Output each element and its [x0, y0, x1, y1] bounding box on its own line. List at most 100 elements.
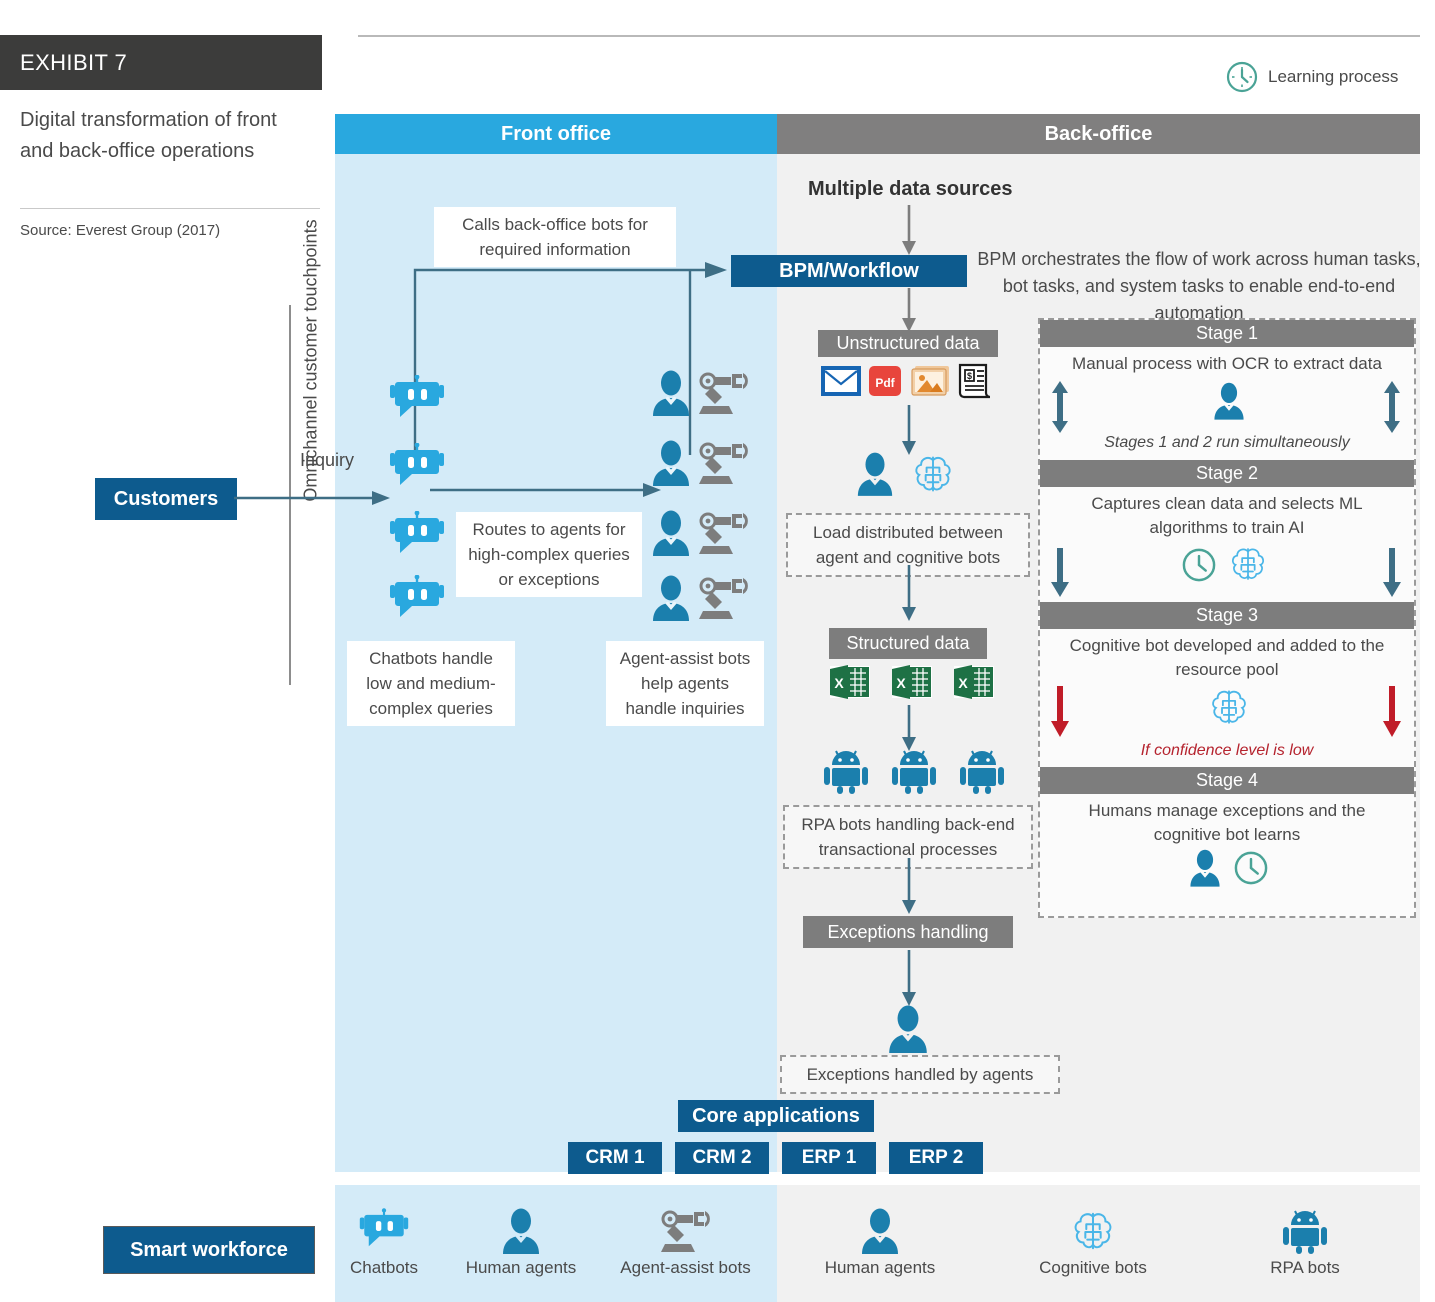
- chatbots-to-agents-arrow: [430, 483, 661, 497]
- structured-data-icons: X X X: [828, 664, 996, 700]
- stage-4-header: Stage 4: [1040, 767, 1414, 794]
- source-note: Source: Everest Group (2017): [20, 222, 221, 239]
- android-icon: [822, 748, 870, 794]
- legend-item-human-agents-back: Human agents: [816, 1208, 944, 1278]
- robot-arm-icon: [699, 440, 749, 486]
- unstructured-data-box: Unstructured data: [818, 330, 998, 357]
- clock-icon: [1180, 546, 1218, 584]
- callout-routes-to-agents: Routes to agents for high-complex querie…: [456, 512, 642, 597]
- svg-text:X: X: [958, 675, 968, 691]
- person-icon: [650, 510, 692, 556]
- customers-to-chatbots-arrow: [234, 491, 390, 505]
- exhibit-number: EXHIBIT 7: [20, 49, 128, 75]
- person-icon: [650, 370, 692, 416]
- structured-to-rpa-arrow: [902, 705, 916, 751]
- clock-icon: [1232, 849, 1270, 887]
- stage-2-body: Captures clean data and selects ML algor…: [1091, 494, 1363, 537]
- stage-1-body: Manual process with OCR to extract data: [1072, 354, 1382, 373]
- robot-arm-icon: [699, 370, 749, 416]
- unstructured-data-icons: Pdf $: [820, 363, 990, 399]
- robot-arm-icon: [699, 510, 749, 556]
- bots-to-bpm-connector: [413, 262, 727, 455]
- top-divider: [358, 35, 1420, 37]
- app-box-erp2[interactable]: ERP 2: [889, 1142, 983, 1174]
- robot-arm-icon: [699, 575, 749, 621]
- app-box-erp1[interactable]: ERP 1: [782, 1142, 876, 1174]
- legend-item-human-agents-front: Human agents: [457, 1208, 585, 1278]
- down-arrow-red-left-icon: [1048, 686, 1072, 738]
- svg-text:Pdf: Pdf: [875, 376, 895, 390]
- page-title: Digital transformation of front and back…: [20, 109, 277, 162]
- svg-text:X: X: [834, 675, 844, 691]
- robot-arm-icon: [659, 1208, 713, 1254]
- legend-item-chatbots: Chatbots: [345, 1208, 423, 1278]
- android-icon: [958, 748, 1006, 794]
- agent-assist-pair: [650, 510, 749, 556]
- load-to-structured-arrow: [902, 565, 916, 621]
- exceptions-to-agent-arrow: [902, 950, 916, 1006]
- excel-icon: X: [952, 664, 996, 700]
- updown-arrow-left-icon: [1048, 380, 1072, 434]
- svg-text:$: $: [967, 371, 972, 381]
- sources-to-bpm-arrow: [902, 205, 916, 255]
- stage-4-body: Humans manage exceptions and the cogniti…: [1088, 801, 1366, 844]
- pdf-icon: Pdf: [868, 364, 902, 398]
- person-icon: [886, 1005, 930, 1053]
- person-icon: [1188, 849, 1222, 887]
- brain-icon: [1070, 1208, 1116, 1254]
- bpm-to-unstructured-arrow: [902, 288, 916, 332]
- updown-arrow-right-icon: [1380, 380, 1404, 434]
- rpa-to-exceptions-arrow: [902, 858, 916, 914]
- android-icon: [1281, 1208, 1329, 1254]
- chatbot-icon: [358, 1208, 410, 1254]
- chatbot-icon: [388, 375, 446, 425]
- legend-label-rpa-bots: RPA bots: [1270, 1258, 1340, 1277]
- brain-icon: [1228, 544, 1268, 584]
- stage-3-header: Stage 3: [1040, 602, 1414, 629]
- app-box-crm1[interactable]: CRM 1: [568, 1142, 662, 1174]
- title-divider: [20, 208, 320, 209]
- agent-assist-pair: [650, 370, 749, 416]
- legend-item-rpa-bots: RPA bots: [1257, 1208, 1353, 1278]
- bpm-description: BPM orchestrates the flow of work across…: [977, 249, 1421, 323]
- person-icon: [855, 452, 895, 496]
- svg-text:X: X: [896, 675, 906, 691]
- smart-workforce-label: Smart workforce: [103, 1226, 315, 1274]
- learning-stages-panel: Stage 1 Manual process with OCR to extra…: [1038, 318, 1416, 918]
- excel-icon: X: [828, 664, 872, 700]
- front-office-header: Front office: [335, 114, 777, 154]
- email-icon: [820, 364, 862, 398]
- structured-data-box: Structured data: [829, 628, 987, 659]
- caption-agent-assist: Agent-assist bots help agents handle inq…: [606, 641, 764, 726]
- bpm-workflow-box[interactable]: BPM/Workflow: [731, 255, 967, 287]
- exhibit-number-bar: EXHIBIT 7: [0, 35, 322, 90]
- back-office-header: Back-office: [777, 114, 1420, 154]
- down-arrow-red-right-icon: [1380, 686, 1404, 738]
- chatbot-icon: [388, 511, 446, 561]
- image-icon: [908, 364, 950, 398]
- person-icon: [1212, 382, 1246, 420]
- core-applications-title: Core applications: [678, 1100, 874, 1132]
- agent-assist-pair: [650, 575, 749, 621]
- stage-3-note: If confidence level is low: [1140, 742, 1314, 759]
- person-icon: [650, 575, 692, 621]
- chatbot-icon: [388, 575, 446, 625]
- legend-item-cognitive-bots: Cognitive bots: [1028, 1208, 1158, 1278]
- person-icon: [859, 1208, 901, 1254]
- legend-label-chatbots: Chatbots: [349, 1258, 419, 1277]
- agent-and-cognitive-bot-icons: [855, 452, 955, 496]
- legend-learning-process: Learning process: [1225, 60, 1398, 94]
- rpa-bot-icons: [822, 748, 1006, 794]
- inquiry-label: Inquiry: [300, 450, 355, 470]
- customers-box[interactable]: Customers: [95, 478, 237, 520]
- legend-item-agent-assist-bots: Agent-assist bots: [608, 1208, 763, 1278]
- excel-icon: X: [890, 664, 934, 700]
- stage-1-header: Stage 1: [1040, 320, 1414, 347]
- exceptions-handled-note: Exceptions handled by agents: [780, 1055, 1060, 1094]
- stage-2-header: Stage 2: [1040, 460, 1414, 487]
- app-box-crm2[interactable]: CRM 2: [675, 1142, 769, 1174]
- multiple-data-sources-title: Multiple data sources: [808, 178, 1013, 200]
- stage-3-body: Cognitive bot developed and added to the…: [1069, 636, 1385, 679]
- unstructured-to-agents-arrow: [902, 405, 916, 455]
- brain-icon: [1208, 686, 1250, 728]
